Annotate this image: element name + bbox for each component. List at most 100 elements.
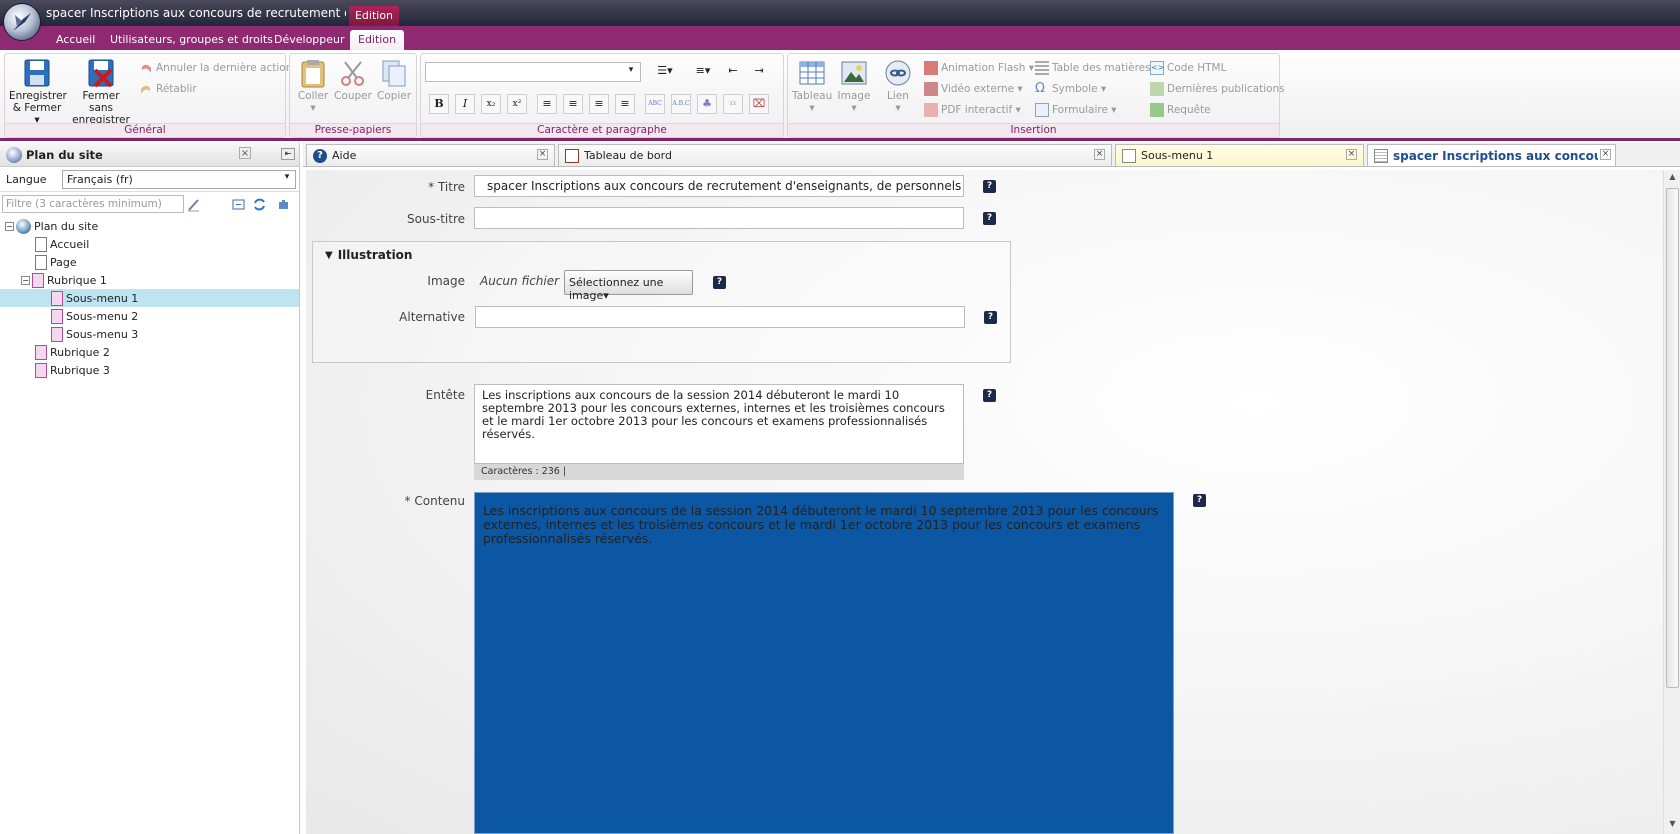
tab-edition[interactable]: Edition [350, 30, 405, 50]
scroll-up-icon[interactable]: ▲ [1666, 172, 1679, 185]
tree-node-sous-menu-2[interactable]: Sous-menu 2 [0, 307, 299, 325]
close-icon[interactable]: × [1094, 149, 1105, 160]
section-icon [51, 290, 63, 306]
scroll-thumb[interactable] [1666, 188, 1679, 688]
collapse-all-icon[interactable] [231, 197, 246, 212]
section-icon [32, 272, 44, 288]
collapse-toggle-icon[interactable]: − [5, 221, 14, 231]
copy-button[interactable]: Copier [375, 58, 413, 102]
help-icon[interactable]: ? [713, 276, 726, 289]
numbered-list-button[interactable]: ≡▾ [685, 62, 721, 82]
bullet-list-button[interactable]: ☰▾ [647, 62, 683, 82]
clear-filter-icon[interactable] [186, 197, 201, 212]
align-left-icon[interactable]: ≡ [537, 94, 557, 114]
html-code-button[interactable]: <> Code HTML [1150, 61, 1226, 75]
tree-label: Plan du site [34, 219, 99, 233]
tab-tableau-de-bord[interactable]: Tableau de bord × [558, 144, 1112, 166]
scroll-down-icon[interactable]: ▼ [1666, 819, 1679, 832]
pdf-button[interactable]: PDF interactif ▾ [924, 103, 1021, 117]
toc-button[interactable]: Table des matières [1035, 61, 1151, 75]
collapse-toggle-icon[interactable]: − [21, 275, 30, 285]
help-icon[interactable]: ? [1193, 494, 1206, 507]
refresh-icon[interactable] [252, 197, 267, 212]
redo-icon [139, 82, 153, 96]
flash-button[interactable]: Animation Flash ▾ [924, 61, 1034, 75]
tree-node-rubrique-1[interactable]: − Rubrique 1 [0, 271, 299, 289]
font-select[interactable]: ▾ [425, 62, 641, 82]
redo-button[interactable]: Rétablir [139, 82, 197, 96]
vertical-scrollbar[interactable]: ▲ ▼ [1663, 170, 1680, 834]
align-justify-icon[interactable]: ≡ [615, 94, 635, 114]
entete-textarea[interactable]: Les inscriptions aux concours de la sess… [474, 384, 964, 464]
italic-button[interactable]: I [455, 94, 475, 114]
help-icon[interactable]: ? [983, 212, 996, 225]
link-button[interactable]: Lien ▾ [878, 58, 918, 114]
alternative-input[interactable] [475, 306, 965, 328]
help-icon[interactable]: ? [983, 389, 996, 402]
close-icon[interactable]: × [1600, 149, 1611, 160]
abbreviation-icon[interactable]: A.B.C [671, 94, 691, 114]
link-label: Lien [887, 90, 909, 102]
cut-button[interactable]: Couper [334, 58, 372, 102]
indent-icon[interactable]: ⇥ [749, 62, 769, 82]
tree-node-page[interactable]: Page [0, 253, 299, 271]
help-icon[interactable]: ? [983, 180, 996, 193]
tree-node-root[interactable]: − Plan du site [0, 217, 299, 235]
close-icon[interactable]: × [537, 149, 548, 160]
tree-node-sous-menu-3[interactable]: Sous-menu 3 [0, 325, 299, 343]
outdent-icon[interactable]: ⇤ [723, 62, 743, 82]
tree-label: Rubrique 1 [47, 273, 107, 287]
image-value: Aucun fichier [480, 274, 560, 288]
latest-publications-button[interactable]: Dernières publications [1150, 82, 1285, 96]
tab-utilisateurs[interactable]: Utilisateurs, groupes et droits [102, 30, 281, 50]
flash-icon [924, 61, 938, 75]
undo-button[interactable]: Annuler la dernière action [139, 61, 292, 75]
close-icon[interactable]: × [239, 147, 251, 159]
tree-node-rubrique-2[interactable]: Rubrique 2 [0, 343, 299, 361]
soustitre-label: Sous-titre [407, 212, 465, 226]
image-button[interactable]: Image ▾ [834, 58, 874, 114]
undo-label: Annuler la dernière action [156, 62, 293, 74]
tree-node-rubrique-3[interactable]: Rubrique 3 [0, 361, 299, 379]
query-button[interactable]: Requête [1150, 103, 1211, 117]
tree-label: Rubrique 2 [50, 345, 110, 359]
close-icon[interactable]: × [1346, 149, 1357, 160]
symbol-button[interactable]: Ω Symbole ▾ [1035, 82, 1106, 96]
titre-input[interactable]: spacer Inscriptions aux concours de recr… [474, 175, 964, 197]
pin-icon[interactable]: ⇤ [281, 148, 295, 160]
tab-accueil[interactable]: Accueil [48, 30, 103, 50]
superscript-button[interactable]: x² [507, 94, 527, 114]
tab-aide[interactable]: ? Aide × [306, 144, 555, 166]
soustitre-input[interactable] [474, 207, 964, 229]
save-close-button[interactable]: Enregistrer & Fermer ▾ [9, 58, 67, 126]
align-center-icon[interactable]: ≡ [563, 94, 583, 114]
tree-node-accueil[interactable]: Accueil [0, 235, 299, 253]
acronym-icon[interactable]: xx [723, 94, 743, 114]
select-image-button[interactable]: Sélectionnez une image▾ [564, 270, 693, 302]
illustration-legend[interactable]: ▼ Illustration [325, 248, 412, 262]
tree-node-sous-menu-1[interactable]: Sous-menu 1 [0, 289, 299, 307]
form-button[interactable]: Formulaire ▾ [1035, 103, 1117, 117]
tab-sous-menu-1[interactable]: Sous-menu 1 × [1115, 144, 1364, 166]
tab-developpeur[interactable]: Développeur [266, 30, 353, 50]
plugin-icon[interactable] [276, 197, 291, 212]
color-icon[interactable]: ♣ [697, 94, 717, 114]
app-logo-icon[interactable] [3, 3, 41, 41]
video-button[interactable]: Vidéo externe ▾ [924, 82, 1023, 96]
align-right-icon[interactable]: ≡ [589, 94, 609, 114]
table-button[interactable]: Tableau ▾ [792, 58, 832, 114]
close-without-save-button[interactable]: Fermer sans enregistrer [69, 58, 133, 126]
dashboard-icon [565, 148, 579, 163]
paste-button[interactable]: Coller ▾ [294, 58, 332, 114]
bold-button[interactable]: B [429, 94, 449, 114]
tab-current-document[interactable]: spacer Inscriptions aux concours de × [1367, 144, 1616, 166]
subscript-button[interactable]: x₂ [481, 94, 501, 114]
language-select[interactable]: Français (fr) ▾ [62, 170, 296, 189]
spellcheck-icon[interactable]: ABC [645, 94, 665, 114]
clear-format-icon[interactable]: ⌧ [749, 94, 769, 114]
filter-input[interactable]: Filtre (3 caractères minimum) [2, 195, 184, 213]
tree-label: Rubrique 3 [50, 363, 110, 377]
ribbon-tabs: Accueil Utilisateurs, groupes et droits … [0, 26, 1680, 50]
help-icon[interactable]: ? [984, 311, 997, 324]
content-editor[interactable]: Les inscriptions aux concours de la sess… [474, 492, 1174, 834]
